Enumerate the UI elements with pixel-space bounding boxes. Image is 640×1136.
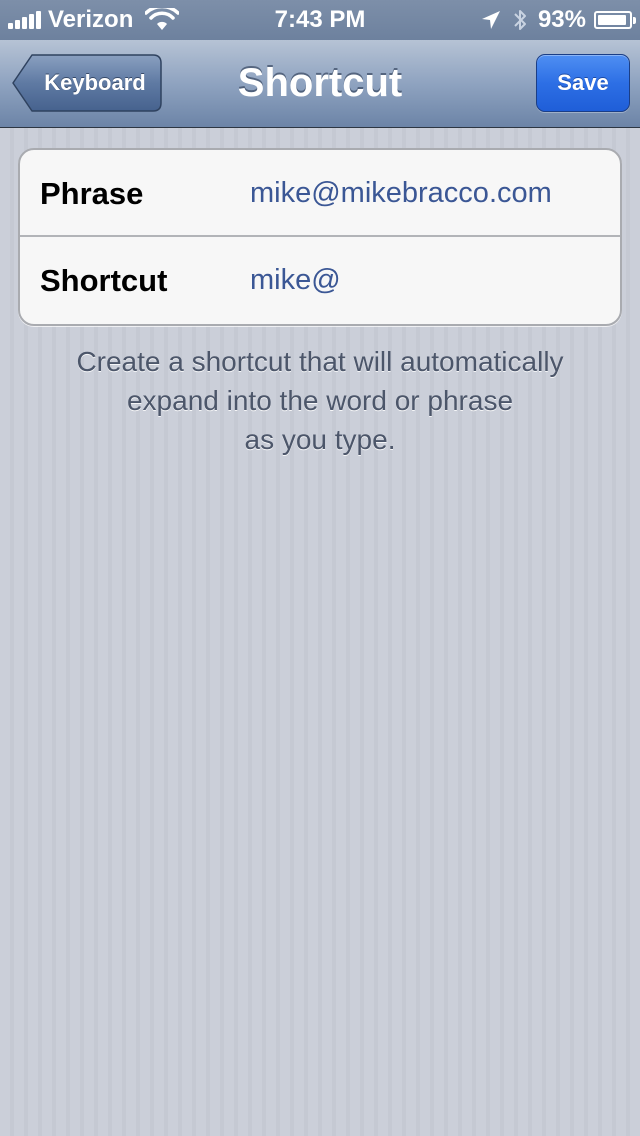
- back-button[interactable]: Keyboard: [12, 54, 162, 112]
- bluetooth-icon: [514, 10, 526, 30]
- navigation-bar: Shortcut Keyboard Save: [0, 40, 640, 128]
- shortcut-label: Shortcut: [40, 263, 168, 298]
- save-button[interactable]: Save: [536, 54, 630, 112]
- battery-icon: [594, 11, 636, 29]
- help-text-line: Create a shortcut that will automaticall…: [76, 346, 564, 377]
- location-arrow-icon: [481, 11, 500, 29]
- help-text-line: expand into the word or phrase: [126, 385, 514, 416]
- battery-fill: [598, 15, 626, 25]
- phrase-row[interactable]: Phrase mike@mikebracco.com: [20, 150, 620, 237]
- help-text-line: as you type.: [244, 424, 396, 455]
- phrase-field[interactable]: mike@mikebracco.com: [250, 150, 552, 237]
- phrase-label: Phrase: [40, 176, 144, 211]
- back-button-label: Keyboard: [44, 70, 146, 95]
- help-text: Create a shortcut that will automaticall…: [20, 342, 620, 459]
- shortcut-row[interactable]: Shortcut mike@: [20, 237, 620, 324]
- status-right: 93%: [480, 6, 636, 34]
- status-bar: Verizon 7:43 PM 93%: [0, 0, 640, 40]
- shortcut-form: Phrase mike@mikebracco.com Shortcut mike…: [18, 148, 622, 326]
- shortcut-field[interactable]: mike@: [250, 237, 341, 324]
- battery-percent: 93%: [537, 6, 586, 33]
